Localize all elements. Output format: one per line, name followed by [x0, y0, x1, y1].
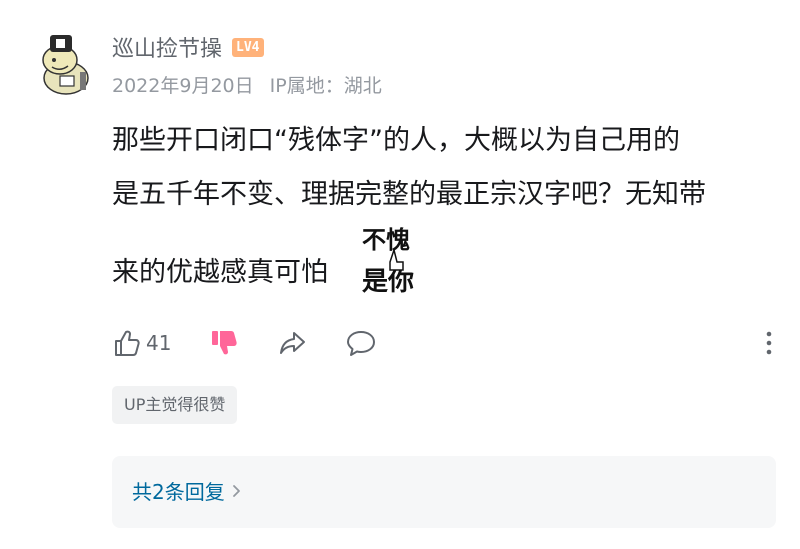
like-count: 41 — [146, 331, 172, 355]
level-badge: LV4 — [232, 37, 264, 57]
sticker-text-bottom: 是你 — [362, 267, 414, 297]
thumbs-up-icon — [115, 330, 140, 356]
comment-text-line: 来的优越感真可怕 — [112, 257, 328, 288]
more-vertical-icon — [766, 331, 772, 355]
chevron-right-icon — [232, 484, 240, 497]
like-button[interactable]: 41 — [112, 328, 171, 358]
replies-label: 共2条回复 — [132, 480, 225, 504]
view-replies-link[interactable]: 共2条回复 — [132, 476, 243, 505]
comment-actions: 41 — [112, 322, 772, 364]
avatar-image — [30, 28, 100, 98]
sticker-text-top: 不愧 — [362, 226, 410, 254]
up-liked-tag: UP主觉得很赞 — [112, 386, 238, 424]
ip-location: IP属地：湖北 — [269, 75, 382, 97]
comment-text-line: 是五千年不变、理据完整的最正宗汉字吧？无知带 — [112, 179, 706, 210]
replies-panel: 共2条回复 — [112, 456, 776, 528]
sticker-icon: 不愧 是你 — [362, 226, 414, 297]
comment-date: 2022年9月20日 — [112, 75, 254, 97]
dislike-button[interactable] — [209, 328, 239, 358]
more-options-button[interactable] — [764, 330, 774, 360]
comment-meta: 2022年9月20日 IP属地：湖北 — [112, 71, 392, 98]
thumbs-down-icon — [212, 331, 238, 355]
user-avatar[interactable] — [30, 28, 100, 98]
comment-author[interactable]: 巡山捡节操 LV4 — [112, 31, 264, 63]
share-icon — [280, 332, 306, 354]
comment-text-line: 那些开口闭口“残体字”的人，大概以为自己用的 — [112, 125, 680, 156]
comment-content: 那些开口闭口“残体字”的人，大概以为自己用的 是五千年不变、理据完整的最正宗汉字… — [112, 114, 772, 300]
username[interactable]: 巡山捡节操 — [112, 31, 222, 63]
reply-button[interactable] — [345, 328, 377, 358]
sticker-emote: 不愧 是你 — [360, 222, 432, 300]
share-button[interactable] — [277, 328, 307, 358]
comment-icon — [347, 331, 376, 356]
